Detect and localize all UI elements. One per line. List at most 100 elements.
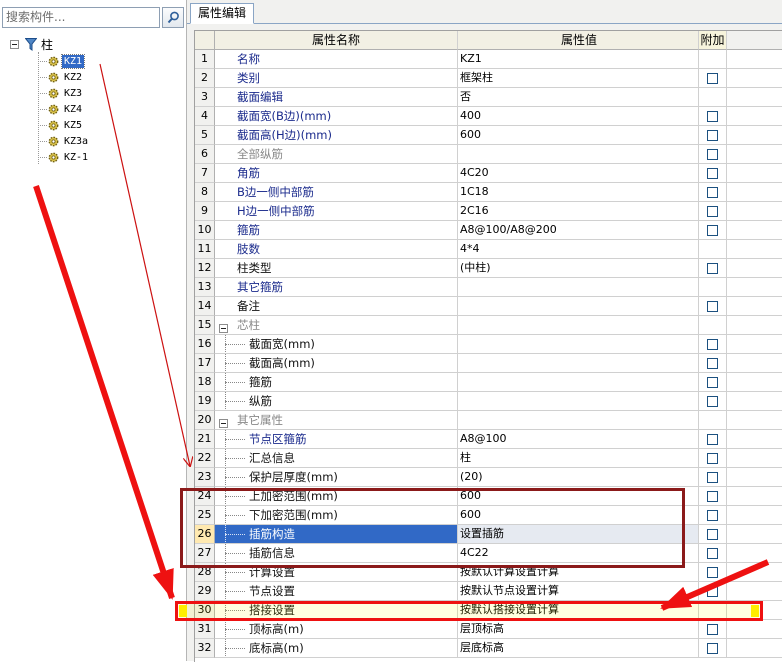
property-value-cell[interactable]: 框架柱 xyxy=(458,69,699,88)
property-value-cell[interactable]: 600 xyxy=(458,126,699,145)
tree-item[interactable]: KZ4 xyxy=(38,101,84,117)
header-property-name[interactable]: 属性名称 xyxy=(215,31,458,50)
append-checkbox[interactable] xyxy=(707,510,718,521)
property-value-cell[interactable]: 层底标高 xyxy=(458,639,699,658)
property-name-cell[interactable]: 汇总信息 xyxy=(215,449,458,468)
append-checkbox[interactable] xyxy=(707,111,718,122)
append-cell[interactable] xyxy=(699,506,727,525)
tree-item[interactable]: KZ2 xyxy=(38,69,84,85)
append-cell[interactable] xyxy=(699,525,727,544)
table-row[interactable]: 5 截面高(H边)(mm) 600 xyxy=(195,126,782,145)
property-name-cell[interactable]: 顶标高(m) xyxy=(215,620,458,639)
table-row[interactable]: 9 H边一侧中部筋 2C16 xyxy=(195,202,782,221)
table-row[interactable]: 29 节点设置 按默认节点设置计算 xyxy=(195,582,782,601)
append-cell[interactable] xyxy=(699,259,727,278)
append-cell[interactable] xyxy=(699,449,727,468)
tree-item[interactable]: KZ3 xyxy=(38,85,84,101)
table-row[interactable]: 18 箍筋 xyxy=(195,373,782,392)
table-row[interactable]: 3 截面编辑 否 xyxy=(195,88,782,107)
property-value-cell[interactable] xyxy=(458,392,699,411)
append-checkbox[interactable] xyxy=(707,434,718,445)
tree-item[interactable]: KZ3a xyxy=(38,133,90,149)
table-row[interactable]: 32 底标高(m) 层底标高 xyxy=(195,639,782,658)
tree-item[interactable]: KZ5 xyxy=(38,117,84,133)
table-row[interactable]: 2 类别 框架柱 xyxy=(195,69,782,88)
property-value-cell[interactable] xyxy=(458,373,699,392)
append-cell[interactable] xyxy=(699,202,727,221)
collapse-icon[interactable] xyxy=(10,39,19,49)
table-row[interactable]: 15 芯柱 xyxy=(195,316,782,335)
property-value-cell[interactable] xyxy=(458,354,699,373)
property-name-cell[interactable]: 名称 xyxy=(215,50,458,69)
append-checkbox[interactable] xyxy=(707,548,718,559)
property-name-cell[interactable]: 截面高(H边)(mm) xyxy=(215,126,458,145)
append-cell[interactable] xyxy=(699,563,727,582)
collapse-icon[interactable] xyxy=(219,416,228,429)
table-row[interactable]: 13 其它箍筋 xyxy=(195,278,782,297)
table-row[interactable]: 23 保护层厚度(mm) (20) xyxy=(195,468,782,487)
property-name-cell[interactable]: B边一侧中部筋 xyxy=(215,183,458,202)
table-row[interactable]: 6 全部纵筋 xyxy=(195,145,782,164)
append-checkbox[interactable] xyxy=(707,73,718,84)
append-checkbox[interactable] xyxy=(707,567,718,578)
append-checkbox[interactable] xyxy=(707,453,718,464)
property-name-cell[interactable]: 箍筋 xyxy=(215,221,458,240)
table-row[interactable]: 17 截面高(mm) xyxy=(195,354,782,373)
property-value-cell[interactable]: 4*4 xyxy=(458,240,699,259)
property-value-cell[interactable]: (20) xyxy=(458,468,699,487)
property-name-cell[interactable]: 其它属性 xyxy=(215,411,458,430)
append-cell[interactable] xyxy=(699,221,727,240)
property-name-cell[interactable]: 备注 xyxy=(215,297,458,316)
property-value-cell[interactable]: 4C20 xyxy=(458,164,699,183)
append-cell[interactable] xyxy=(699,373,727,392)
property-name-cell[interactable]: 箍筋 xyxy=(215,373,458,392)
append-checkbox[interactable] xyxy=(707,586,718,597)
tree-item[interactable]: KZ1 xyxy=(38,53,86,69)
table-row[interactable]: 14 备注 xyxy=(195,297,782,316)
append-checkbox[interactable] xyxy=(707,130,718,141)
append-cell[interactable] xyxy=(699,335,727,354)
append-checkbox[interactable] xyxy=(707,624,718,635)
table-row[interactable]: 7 角筋 4C20 xyxy=(195,164,782,183)
property-name-cell[interactable]: 底标高(m) xyxy=(215,639,458,658)
property-value-cell[interactable]: 柱 xyxy=(458,449,699,468)
table-row[interactable]: 4 截面宽(B边)(mm) 400 xyxy=(195,107,782,126)
property-name-cell[interactable]: 其它箍筋 xyxy=(215,278,458,297)
tab-property-edit[interactable]: 属性编辑 xyxy=(190,3,255,24)
append-cell[interactable] xyxy=(699,620,727,639)
property-name-cell[interactable]: 截面宽(B边)(mm) xyxy=(215,107,458,126)
append-cell[interactable] xyxy=(699,487,727,506)
append-checkbox[interactable] xyxy=(707,358,718,369)
property-value-cell[interactable]: 1C18 xyxy=(458,183,699,202)
append-cell[interactable] xyxy=(699,354,727,373)
append-checkbox[interactable] xyxy=(707,263,718,274)
tree-item[interactable]: KZ-1 xyxy=(38,149,90,165)
append-checkbox[interactable] xyxy=(707,377,718,388)
table-row[interactable]: 31 顶标高(m) 层顶标高 xyxy=(195,620,782,639)
append-checkbox[interactable] xyxy=(707,225,718,236)
append-cell[interactable] xyxy=(699,297,727,316)
append-cell[interactable] xyxy=(699,639,727,658)
property-value-cell[interactable] xyxy=(458,316,699,335)
tree-root-column[interactable]: 柱 xyxy=(10,36,53,52)
property-name-cell[interactable]: 保护层厚度(mm) xyxy=(215,468,458,487)
property-value-cell[interactable]: 层顶标高 xyxy=(458,620,699,639)
append-checkbox[interactable] xyxy=(707,149,718,160)
table-row[interactable]: 19 纵筋 xyxy=(195,392,782,411)
append-checkbox[interactable] xyxy=(707,472,718,483)
table-row[interactable]: 21 节点区箍筋 A8@100 xyxy=(195,430,782,449)
property-value-cell[interactable] xyxy=(458,278,699,297)
append-cell[interactable] xyxy=(699,392,727,411)
append-cell[interactable] xyxy=(699,145,727,164)
property-name-cell[interactable]: 肢数 xyxy=(215,240,458,259)
property-value-cell[interactable]: 400 xyxy=(458,107,699,126)
property-value-cell[interactable]: 2C16 xyxy=(458,202,699,221)
append-checkbox[interactable] xyxy=(707,396,718,407)
property-name-cell[interactable]: H边一侧中部筋 xyxy=(215,202,458,221)
property-name-cell[interactable]: 芯柱 xyxy=(215,316,458,335)
append-checkbox[interactable] xyxy=(707,301,718,312)
append-cell[interactable] xyxy=(699,69,727,88)
append-cell[interactable] xyxy=(699,468,727,487)
collapse-icon[interactable] xyxy=(219,321,228,334)
property-name-cell[interactable]: 柱类型 xyxy=(215,259,458,278)
